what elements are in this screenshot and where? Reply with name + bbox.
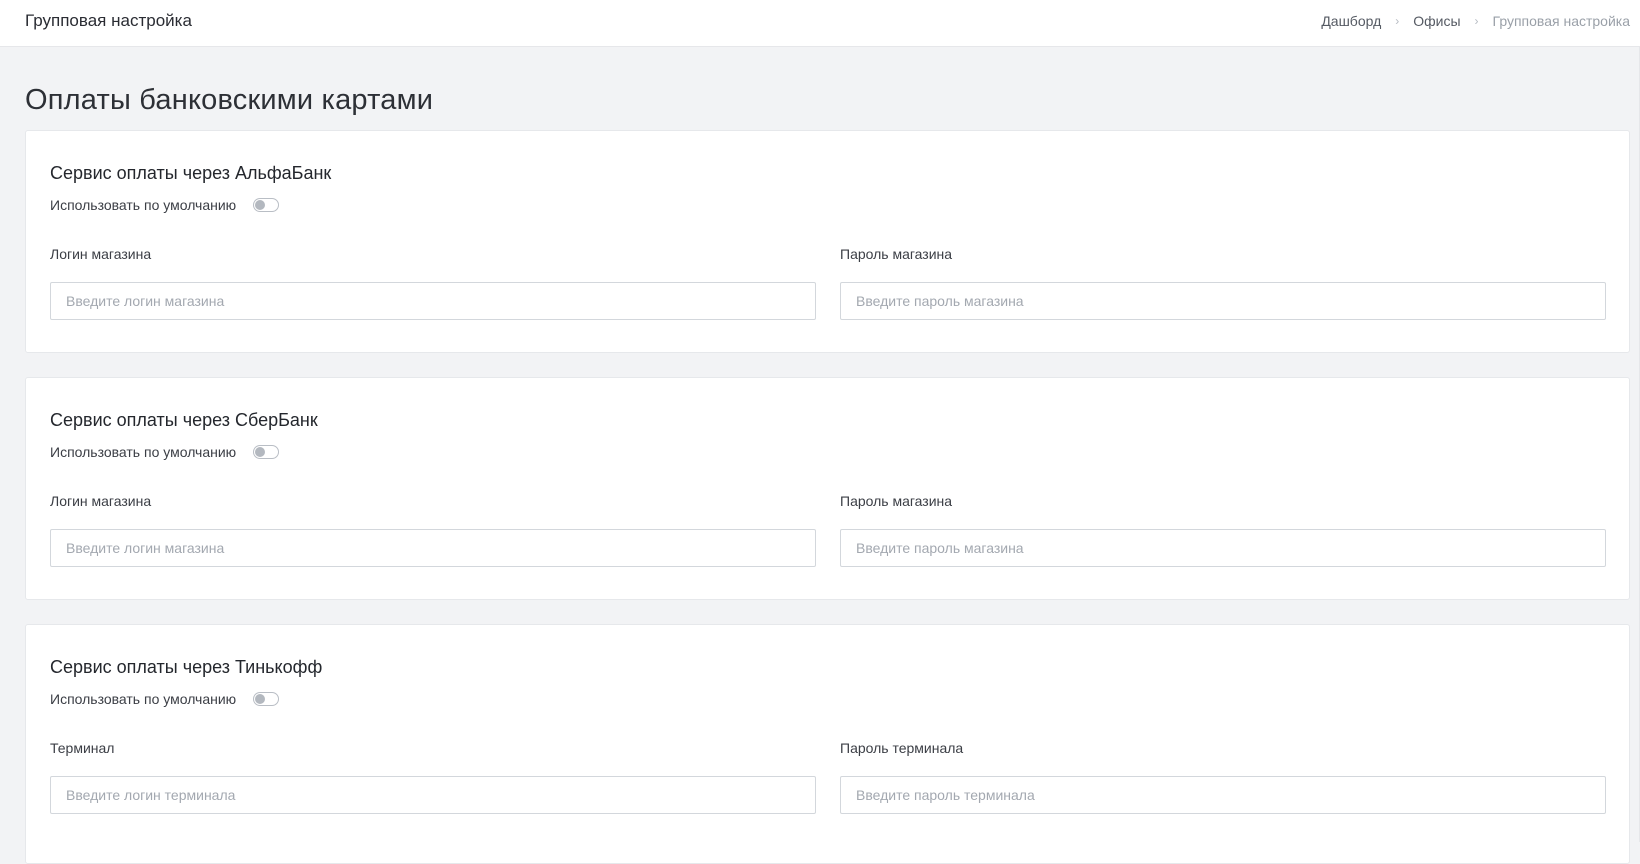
default-toggle-label: Использовать по умолчанию (50, 197, 237, 213)
toggle-knob (255, 447, 266, 457)
default-toggle[interactable] (253, 198, 280, 212)
store-password-label: Пароль магазина (840, 246, 953, 262)
default-toggle-label: Использовать по умолчанию (50, 444, 237, 460)
store-password-field: Пароль магазина (840, 245, 1606, 320)
card-title: Сервис оплаты через АльфаБанк (50, 163, 332, 183)
toggle-knob (255, 200, 266, 210)
default-setting-row: Использовать по умолчанию (50, 444, 280, 460)
tinkoff-card: Сервис оплаты через Тинькофф Использоват… (25, 624, 1630, 864)
card-title: Сервис оплаты через СберБанк (50, 410, 318, 430)
store-login-input[interactable] (50, 529, 816, 567)
breadcrumb-item-offices[interactable]: Офисы (1413, 13, 1460, 29)
default-setting-row: Использовать по умолчанию (50, 197, 280, 213)
store-password-input[interactable] (840, 282, 1606, 320)
terminal-label: Терминал (50, 740, 115, 756)
page-title: Оплаты банковскими картами (25, 84, 434, 116)
store-login-field: Логин магазина (50, 245, 816, 320)
store-password-input[interactable] (840, 529, 1606, 567)
store-login-field: Логин магазина (50, 492, 816, 567)
breadcrumb-item-current: Групповая настройка (1492, 13, 1630, 29)
breadcrumb: Дашборд › Офисы › Групповая настройка (1321, 13, 1630, 29)
terminal-input[interactable] (50, 776, 816, 814)
chevron-right-icon: › (1395, 14, 1400, 28)
store-password-field: Пароль магазина (840, 492, 1606, 567)
default-toggle[interactable] (253, 692, 280, 706)
card-title: Сервис оплаты через Тинькофф (50, 657, 323, 677)
terminal-password-label: Пароль терминала (840, 740, 964, 756)
default-toggle-label: Использовать по умолчанию (50, 691, 237, 707)
store-login-label: Логин магазина (50, 246, 152, 262)
store-login-input[interactable] (50, 282, 816, 320)
toggle-knob (255, 694, 266, 704)
default-setting-row: Использовать по умолчанию (50, 691, 280, 707)
store-login-label: Логин магазина (50, 493, 152, 509)
terminal-password-field: Пароль терминала (840, 739, 1606, 814)
breadcrumb-item-dashboard[interactable]: Дашборд (1321, 13, 1381, 29)
chevron-right-icon: › (1474, 14, 1479, 28)
sberbank-card: Сервис оплаты через СберБанк Использоват… (25, 377, 1630, 600)
header-title: Групповая настройка (25, 11, 192, 30)
alfabank-card: Сервис оплаты через АльфаБанк Использова… (25, 130, 1630, 353)
default-toggle[interactable] (253, 445, 280, 459)
terminal-password-input[interactable] (840, 776, 1606, 814)
top-bar: Групповая настройка Дашборд › Офисы › Гр… (0, 0, 1640, 47)
terminal-field: Терминал (50, 739, 816, 814)
store-password-label: Пароль магазина (840, 493, 953, 509)
